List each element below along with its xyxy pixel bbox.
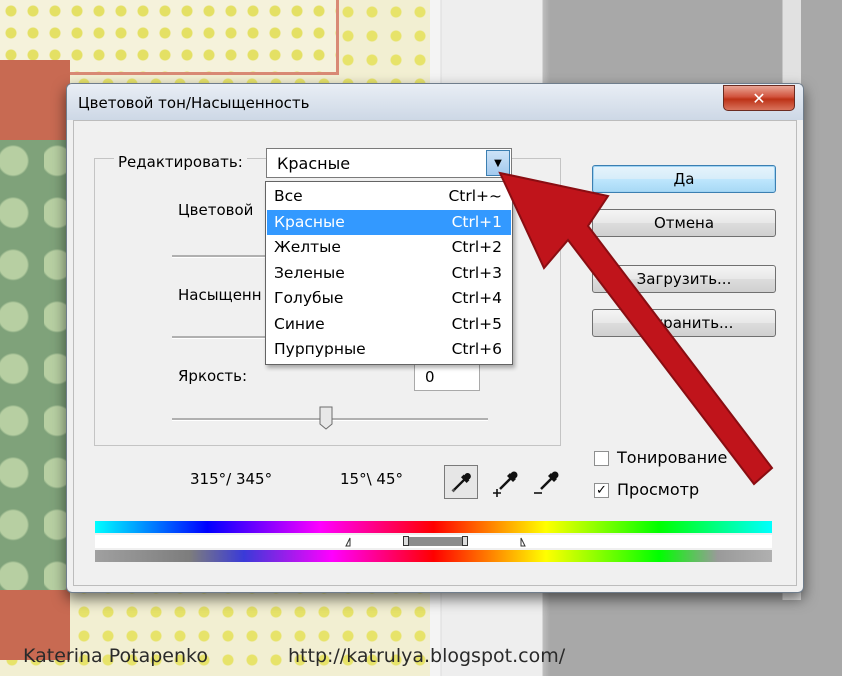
eyedropper-subtract-icon[interactable] (530, 465, 564, 499)
edit-combobox-value: Красные (277, 154, 351, 173)
range-right-marker[interactable] (462, 536, 468, 546)
eyedropper-icon[interactable] (444, 465, 478, 499)
dropdown-item-shortcut: Ctrl+1 (451, 212, 502, 231)
hue-spectrum-bottom (95, 550, 772, 562)
close-icon: ✕ (752, 88, 766, 108)
eyedropper-add-icon[interactable] (489, 465, 523, 499)
preview-label: Просмотр (617, 480, 700, 499)
colorize-label: Тонирование (617, 448, 728, 467)
range-left-marker[interactable] (403, 536, 409, 546)
preview-checkbox[interactable]: ✓ (594, 483, 609, 498)
range-right-value: 15°\ 45° (340, 470, 403, 488)
ok-button[interactable]: Да (592, 165, 776, 193)
dropdown-item-shortcut: Ctrl+6 (451, 340, 502, 358)
footer-author: Katerina Potapenko (23, 645, 208, 667)
range-right-falloff-marker[interactable] (520, 537, 526, 547)
footer-caption: Katerina Potapenko http://katrulya.blogs… (0, 636, 842, 676)
dropdown-item[interactable]: Все Ctrl+~ (267, 184, 511, 209)
dropdown-item-label: Зеленые (274, 263, 345, 282)
close-button[interactable]: ✕ (723, 85, 795, 111)
dropdown-item-shortcut: Ctrl+3 (451, 263, 502, 282)
hue-range-selected (405, 537, 465, 546)
dropdown-item[interactable]: Синие Ctrl+5 (267, 312, 511, 337)
dropdown-item-label: Голубые (274, 289, 344, 307)
edit-combobox[interactable]: Красные ▼ (266, 148, 512, 178)
cancel-button[interactable]: Отмена (592, 209, 776, 237)
dropdown-item-label: Пурпурные (274, 340, 366, 358)
dropdown-item-label: Желтые (274, 238, 341, 256)
dropdown-item-label: Красные (274, 212, 345, 231)
footer-url: http://katrulya.blogspot.com/ (288, 645, 566, 667)
dialog-titlebar[interactable]: Цветовой тон/Насыщенность ✕ (67, 84, 803, 120)
dropdown-item-label: Синие (274, 314, 325, 333)
dropdown-item-shortcut: Ctrl+5 (451, 314, 502, 333)
hue-range-strip[interactable] (95, 535, 772, 548)
hue-slider-track[interactable] (172, 255, 267, 258)
range-left-falloff-marker[interactable] (345, 537, 351, 547)
brightness-slider-thumb[interactable] (318, 406, 334, 430)
edit-dropdown-list: Все Ctrl+~ Красные Ctrl+1 Желтые Ctrl+2 Зелены… (265, 181, 513, 365)
dialog-title: Цветовой тон/Насыщенность (78, 94, 310, 112)
hue-spectrum-top (95, 521, 772, 533)
dropdown-item[interactable]: Голубые Ctrl+4 (267, 286, 511, 311)
edit-combobox-button[interactable]: ▼ (486, 150, 510, 176)
saturation-label: Насыщенн (178, 286, 262, 304)
dropdown-item[interactable]: Желтые Ctrl+2 (267, 235, 511, 260)
dropdown-item-label: Все (274, 187, 303, 205)
hue-label: Цветовой (178, 201, 254, 219)
brightness-input[interactable]: 0 (414, 363, 480, 391)
edit-label: Редактировать: (114, 153, 247, 171)
hue-saturation-dialog: Цветовой тон/Насыщенность ✕ Редактироват… (66, 83, 804, 593)
chevron-down-icon: ▼ (494, 157, 502, 169)
dropdown-item[interactable]: Красные Ctrl+1 (267, 209, 511, 235)
save-button[interactable]: Сохранить... (592, 309, 776, 337)
background-green-card (0, 140, 66, 590)
dropdown-item[interactable]: Пурпурные Ctrl+6 (267, 337, 511, 362)
colorize-checkbox[interactable] (594, 451, 609, 466)
checkmark-icon: ✓ (596, 483, 607, 498)
dropdown-item-shortcut: Ctrl+4 (451, 289, 502, 307)
dropdown-item-shortcut: Ctrl+2 (451, 238, 502, 256)
range-left-value: 315°/ 345° (190, 470, 273, 488)
load-button[interactable]: Загрузить... (592, 265, 776, 293)
dropdown-item[interactable]: Зеленые Ctrl+3 (267, 261, 511, 286)
brightness-label: Яркость: (178, 367, 248, 385)
saturation-slider-track[interactable] (172, 336, 267, 339)
dropdown-item-shortcut: Ctrl+~ (448, 187, 502, 205)
